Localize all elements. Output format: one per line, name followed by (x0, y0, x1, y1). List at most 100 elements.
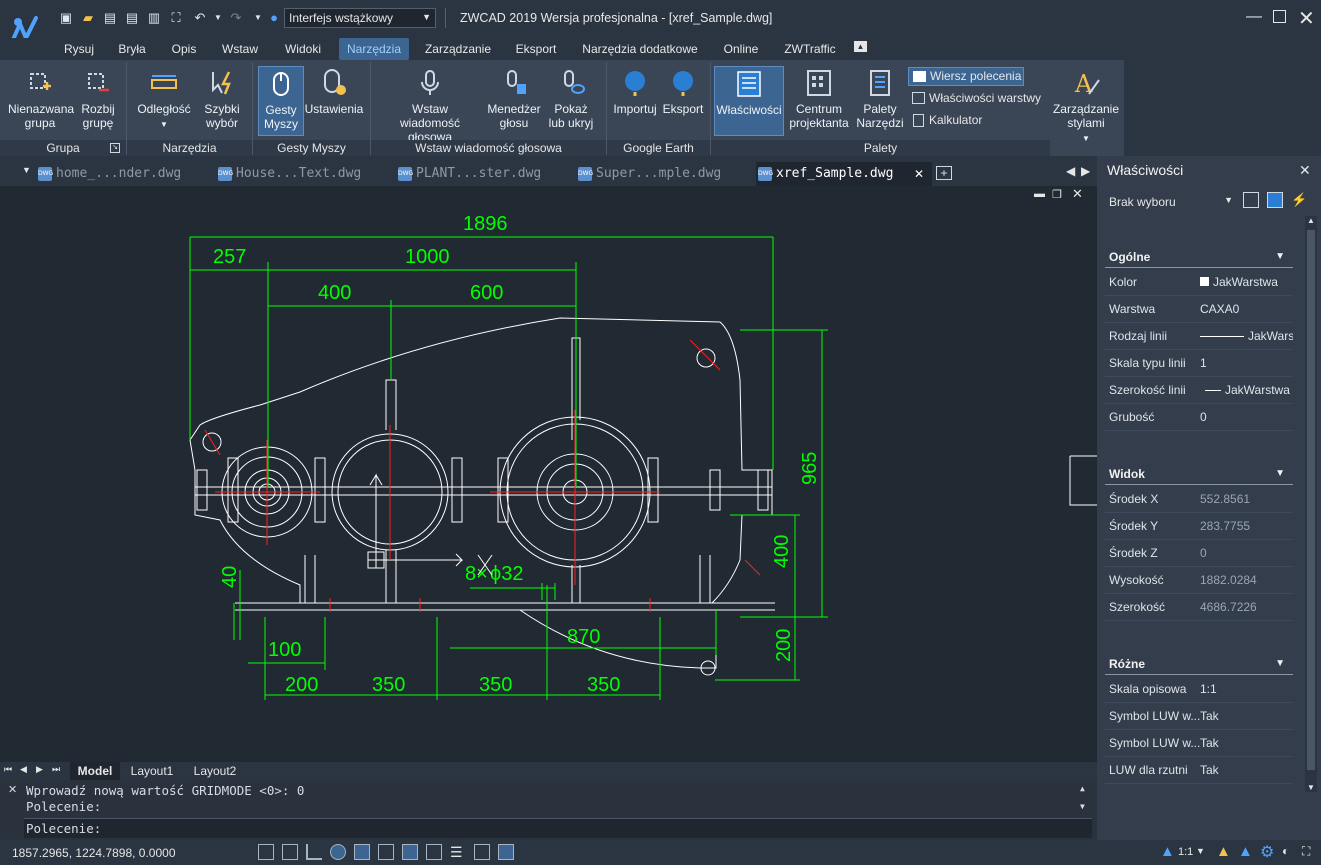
design-center-button[interactable]: Centrum projektanta (786, 68, 852, 130)
scroll-up-icon[interactable]: ▲ (1307, 216, 1315, 225)
show-hide-button[interactable]: Pokaż lub ukryj (542, 68, 600, 130)
unnamed-group-button[interactable]: Nienazwana grupa (4, 68, 76, 130)
section-ogolne[interactable]: Ogólne ▼ (1105, 246, 1293, 268)
scroll-tabs-right-icon[interactable]: ▶ (1081, 164, 1090, 178)
last-layout-icon[interactable]: ⏭ (52, 764, 60, 775)
coordinates-readout[interactable]: 1857.2965, 1224.7898, 0.0000 (12, 846, 176, 860)
section-widok[interactable]: Widok ▼ (1105, 463, 1293, 485)
prop-row[interactable]: Symbol LUW w... Tak (1105, 730, 1293, 757)
tool-palettes-button[interactable]: Palety Narzędzi (854, 68, 906, 130)
polar-icon[interactable] (330, 844, 346, 860)
redo-dropdown-icon[interactable]: ▼ (250, 10, 266, 26)
dynamic-ucs-icon[interactable] (402, 844, 418, 860)
command-input[interactable]: Polecenie: (24, 818, 1092, 838)
layout-tab-layout1[interactable]: Layout1 (122, 762, 182, 780)
layer-properties-button[interactable]: Właściwości warstwy (908, 89, 1044, 108)
export-button[interactable]: Eksport (660, 68, 706, 116)
quick-properties-icon[interactable] (474, 844, 490, 860)
prop-row[interactable]: Warstwa CAXA0 (1105, 296, 1293, 323)
ortho-icon[interactable] (306, 844, 322, 860)
open-icon[interactable]: ▰ (80, 10, 96, 26)
new-icon[interactable]: ▣ (58, 10, 74, 26)
prop-row[interactable]: Kolor JakWarstwa (1105, 269, 1293, 296)
next-layout-icon[interactable]: ▶ (36, 764, 43, 775)
workspace-select[interactable]: Interfejs wstążkowy ▼ (284, 8, 436, 28)
lineweight-icon[interactable]: ☰ (450, 844, 463, 861)
doc-tab-super[interactable]: DWG Super...mple.dwg (576, 162, 752, 186)
prop-row[interactable]: Szerokość linii JakWarstwa (1105, 377, 1293, 404)
menu-rysuj[interactable]: Rysuj (56, 38, 102, 60)
undo-dropdown-icon[interactable]: ▼ (210, 10, 226, 26)
drawing-canvas[interactable]: ▬ ❐ ✕ 1896 257 1000 400 600 965 400 40 8… (0, 186, 1097, 762)
quick-select-icon[interactable]: ⚡ (1291, 192, 1307, 208)
save-icon[interactable]: ▤ (102, 10, 118, 26)
menu-bryla[interactable]: Bryła (110, 38, 154, 60)
menu-wstaw[interactable]: Wstaw (214, 38, 266, 60)
zoom-extents-icon[interactable]: ⛶ (168, 10, 184, 26)
menu-online[interactable]: Online (714, 38, 768, 60)
new-tab-icon[interactable]: + (936, 166, 952, 180)
close-command-icon[interactable]: ✕ (8, 783, 17, 796)
menu-widoki[interactable]: Widoki (274, 38, 332, 60)
command-line[interactable]: ✕ Wprowadź nową wartość GRIDMODE <0>: 0 … (0, 780, 1097, 840)
select-objects-icon[interactable] (1267, 192, 1283, 208)
scroll-tabs-left-icon[interactable]: ◀ (1066, 164, 1075, 178)
doc-tab-home[interactable]: DWG home_...nder.dwg (36, 162, 212, 186)
prop-row[interactable]: Szerokość 4686.7226 (1105, 594, 1293, 621)
save-as-icon[interactable]: ▤ (124, 10, 140, 26)
first-layout-icon[interactable]: ⏮ (4, 764, 12, 775)
menu-opis[interactable]: Opis (162, 38, 206, 60)
prop-row[interactable]: Środek Z0 (1105, 540, 1293, 567)
style-manager-button[interactable]: A Zarządzanie stylami ▼ (1050, 68, 1122, 143)
auto-scale-icon[interactable]: ▲ (1238, 843, 1253, 860)
maximize-icon[interactable] (1273, 10, 1286, 23)
close-properties-icon[interactable]: ✕ (1299, 162, 1311, 179)
prop-row[interactable]: Skala opisowa 1:1 (1105, 676, 1293, 703)
voice-manager-button[interactable]: Menedżer głosu (486, 68, 542, 130)
undo-icon[interactable]: ↶ (192, 10, 208, 26)
section-rozne[interactable]: Różne ▼ (1105, 653, 1293, 675)
chevron-down-icon[interactable]: ▼ (1196, 846, 1205, 856)
menu-narzedzia[interactable]: Narzędzia (339, 38, 409, 60)
toggle-pickadd-icon[interactable] (1243, 192, 1259, 208)
scroll-thumb[interactable] (1307, 230, 1315, 770)
layout-tab-layout2[interactable]: Layout2 (184, 762, 246, 780)
layout-tab-model[interactable]: Model (70, 762, 120, 780)
calculator-button[interactable]: Kalkulator (908, 111, 1008, 130)
menu-zwtraffic[interactable]: ZWTraffic (776, 38, 844, 60)
doc-tab-house[interactable]: DWG House...Text.dwg (216, 162, 392, 186)
prop-row[interactable]: Rodzaj liniiJakWarstwa (1105, 323, 1293, 350)
otrack-icon[interactable] (378, 844, 394, 860)
osnap-icon[interactable] (354, 844, 370, 860)
doc-tab-xref[interactable]: DWG xref_Sample.dwg ✕ (756, 162, 932, 186)
dynamic-input-icon[interactable] (426, 844, 442, 860)
properties-scrollbar[interactable]: ▲ ▼ (1305, 216, 1317, 792)
menu-narzedzia-dodatkowe[interactable]: Narzędzia dodatkowe (574, 38, 706, 60)
print-icon[interactable]: ▥ (146, 10, 162, 26)
prop-row[interactable]: Skala typu linii 1 (1105, 350, 1293, 377)
minimize-icon[interactable]: — (1246, 8, 1262, 26)
prop-row[interactable]: Środek X 552.8561 (1105, 486, 1293, 513)
command-line-button[interactable]: Wiersz polecenia (908, 67, 1024, 86)
command-scroll-down-icon[interactable]: ▼ (1080, 802, 1085, 811)
close-window-icon[interactable]: ✕ (1298, 6, 1315, 31)
snap-icon[interactable] (258, 844, 274, 860)
annotation-visibility-icon[interactable]: ▲ (1216, 843, 1231, 860)
help-icon[interactable]: ● (266, 10, 282, 26)
tab-list-dropdown-icon[interactable]: ▼ (22, 165, 31, 175)
workspace-gear-icon[interactable]: ⚙ (1260, 842, 1274, 862)
prev-layout-icon[interactable]: ◀ (20, 764, 27, 775)
quick-select-button[interactable]: Szybki wybór (198, 68, 246, 130)
distance-button[interactable]: Odległość ▼ (130, 68, 198, 132)
prop-row[interactable]: Grubość 0 (1105, 404, 1293, 431)
prop-row[interactable]: Środek Y 283.7755 (1105, 513, 1293, 540)
menu-zarzadzanie[interactable]: Zarządzanie (418, 38, 498, 60)
prop-row[interactable]: Wysokość 1882.0284 (1105, 567, 1293, 594)
doc-tab-plant[interactable]: DWG PLANT...ster.dwg (396, 162, 572, 186)
properties-button[interactable]: Właściwości (714, 66, 784, 136)
insert-voice-button[interactable]: Wstaw wiadomość głosowa (374, 68, 486, 144)
import-button[interactable]: Importuj (610, 68, 660, 116)
annotation-scale[interactable]: 1:1 (1178, 846, 1193, 858)
redo-icon[interactable]: ↷ (228, 10, 244, 26)
mouse-gestures-button[interactable]: Gesty Myszy (258, 66, 304, 136)
